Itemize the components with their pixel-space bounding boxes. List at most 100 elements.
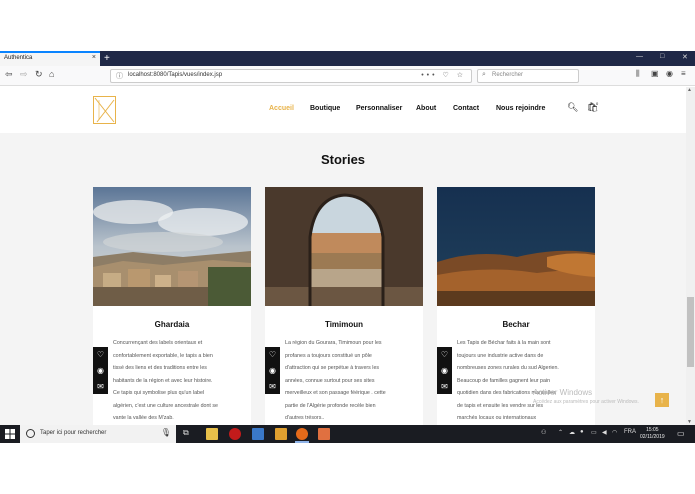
system-clock[interactable]: 15:05 02/11/2019 — [640, 427, 665, 441]
story-line: d'attraction qui se perpétue à travers l… — [285, 365, 380, 371]
story-line: confortablement exportable, le tapis a b… — [113, 352, 213, 359]
story-line: Les Tapis de Béchar faits à la main sont — [457, 340, 551, 346]
screenshot: Authentica × + — □ ✕ ⇦ ⇨ ↻ ⌂ ⓘ localhost… — [0, 0, 695, 494]
info-icon[interactable]: ⓘ — [116, 71, 123, 81]
wifi-icon[interactable]: ◠ — [612, 429, 617, 436]
watermark-subtitle: Accédez aux paramètres pour activer Wind… — [533, 399, 639, 405]
story-title: Ghardaia — [154, 320, 190, 329]
browser-tab[interactable]: Authentica × — [0, 51, 100, 66]
sidebar-icon[interactable]: ▣ — [651, 69, 659, 78]
windows-activation-watermark: Activer Windows Accédez aux paramètres p… — [533, 388, 673, 405]
bottom-margin — [0, 443, 695, 494]
url-text[interactable]: localhost:8080/Tapis/vues/index.jsp — [128, 72, 222, 78]
windows-taskbar: Taper ici pour rechercher 🎙︎ ⧉ ⚇ ⌃ ☁ ● ▭… — [0, 425, 695, 443]
minimize-icon[interactable]: — — [636, 53, 643, 60]
nav-accueil[interactable]: Accueil — [269, 105, 294, 112]
network-icon[interactable]: ☁ — [569, 429, 575, 436]
story-line: années, connue surtout pour ses sites — [285, 377, 375, 384]
microphone-icon[interactable]: 🎙︎ — [161, 428, 171, 437]
section-title: Stories — [320, 152, 366, 167]
scroll-up-icon[interactable]: ▲ — [687, 87, 692, 93]
eye-icon[interactable]: ◉ — [96, 366, 105, 375]
site-header: Accueil Boutique Personnaliser About Con… — [0, 87, 686, 133]
story-line: vante la vallée des M'zab. — [113, 415, 174, 421]
battery-icon[interactable]: ▭ — [591, 429, 597, 436]
web-page: Accueil Boutique Personnaliser About Con… — [0, 87, 686, 425]
browser-tabbar: Authentica × + — □ ✕ — [0, 51, 695, 66]
paint-icon[interactable] — [318, 428, 330, 440]
story-image-bechar — [437, 187, 595, 306]
close-tab-icon[interactable]: × — [92, 54, 96, 61]
close-window-icon[interactable]: ✕ — [682, 53, 688, 61]
story-line: d'autres trésors.. — [285, 415, 325, 421]
story-line: nombreuses zones rurales du sud Algerien… — [457, 365, 559, 371]
eye-icon[interactable]: ◉ — [440, 366, 449, 375]
people-icon[interactable]: ⚇ — [541, 429, 546, 436]
top-margin — [0, 0, 695, 51]
new-tab-button[interactable]: + — [104, 51, 110, 66]
back-icon[interactable]: ⇦ — [5, 69, 13, 80]
home-icon[interactable]: ⌂ — [49, 69, 54, 79]
scroll-to-top-button[interactable]: ↑ — [655, 393, 669, 407]
heart-icon[interactable]: ♡ — [268, 350, 277, 359]
page-scrollbar[interactable]: ▲ ▼ — [686, 87, 695, 425]
card-actions: ♡ ◉ ✉ — [437, 347, 452, 394]
account-icon[interactable]: ◉ — [666, 69, 673, 78]
firefox-icon[interactable] — [296, 428, 308, 440]
heart-icon[interactable]: ♡ — [96, 350, 105, 359]
maximize-icon[interactable]: □ — [660, 53, 664, 60]
search-icon: ⌕ — [482, 71, 486, 78]
card-actions: ♡ ◉ ✉ — [265, 347, 280, 394]
story-card-ghardaia[interactable]: Ghardaia ♡ ◉ ✉ Concurrençant des labels … — [93, 187, 251, 425]
file-explorer-icon[interactable] — [206, 428, 218, 440]
search-icon[interactable]: 🔍︎ — [567, 102, 578, 113]
eye-icon[interactable]: ◉ — [268, 366, 277, 375]
search-placeholder: Rechercher — [492, 72, 524, 78]
nav-personnaliser[interactable]: Personnaliser — [356, 105, 402, 112]
story-card-timimoun[interactable]: Timimoun ♡ ◉ ✉ La région du Gourara, Tim… — [265, 187, 423, 425]
nav-boutique[interactable]: Boutique — [310, 105, 340, 112]
tray-chevron-icon[interactable]: ⌃ — [558, 429, 563, 436]
story-line: habitants de la région et avec leur hist… — [113, 377, 213, 384]
library-icon[interactable]: ⫼ — [636, 69, 640, 79]
menu-icon[interactable]: ≡ — [681, 69, 686, 78]
comment-icon[interactable]: ✉ — [96, 382, 105, 391]
heart-icon[interactable]: ♡ — [440, 350, 449, 359]
story-line: Beaucoup de familles gagnent leur pain — [457, 377, 551, 384]
story-line: partie de l'Algérie profonde recèle bien — [285, 402, 376, 409]
nav-contact[interactable]: Contact — [453, 105, 479, 112]
nav-nous-rejoindre[interactable]: Nous rejoindre — [496, 105, 545, 112]
language-indicator[interactable]: FRA — [624, 429, 636, 435]
search-bar[interactable]: ⌕ Rechercher — [477, 69, 579, 83]
story-line: Concurrençant des labels orientaux et — [113, 340, 203, 346]
scroll-thumb[interactable] — [687, 297, 694, 367]
story-line: algérien, c'est une culture ancestrale d… — [113, 402, 218, 409]
taskbar-search-box[interactable]: Taper ici pour rechercher 🎙︎ — [20, 425, 176, 443]
browser-toolbar: ⇦ ⇨ ↻ ⌂ ⓘ localhost:8080/Tapis/vues/inde… — [0, 66, 695, 86]
site-logo[interactable] — [93, 96, 116, 124]
page-actions-icon[interactable]: ••• ♡ ☆ — [421, 71, 466, 79]
forward-icon[interactable]: ⇨ — [20, 69, 28, 80]
story-line: merveilleux et son passage féérique . ce… — [285, 390, 386, 396]
opera-icon[interactable] — [229, 428, 241, 440]
windows-start-icon[interactable] — [5, 429, 15, 439]
notification-icon[interactable]: ▭ — [677, 429, 685, 438]
antivirus-icon[interactable]: ● — [580, 429, 584, 435]
comment-icon[interactable]: ✉ — [268, 382, 277, 391]
tab-title: Authentica — [4, 55, 33, 61]
reload-icon[interactable]: ↻ — [35, 69, 43, 80]
story-title: Timimoun — [324, 320, 364, 329]
task-view-icon[interactable]: ⧉ — [183, 428, 189, 438]
nav-about[interactable]: About — [416, 105, 436, 112]
url-bar[interactable]: ⓘ localhost:8080/Tapis/vues/index.jsp ••… — [110, 69, 472, 83]
story-line: toujours une industrie active dans de — [457, 352, 544, 359]
story-text: Concurrençant des labels orientaux et co… — [113, 337, 245, 425]
clock-time: 15:05 — [646, 427, 659, 433]
story-line: tissé des liens et des traditions entre … — [113, 365, 207, 371]
shield-app-icon[interactable] — [252, 428, 264, 440]
comment-icon[interactable]: ✉ — [440, 382, 449, 391]
cart-count: 0 — [596, 101, 599, 106]
volume-icon[interactable]: ◀ — [602, 429, 607, 436]
story-image-timimoun — [265, 187, 423, 306]
sublime-icon[interactable] — [275, 428, 287, 440]
